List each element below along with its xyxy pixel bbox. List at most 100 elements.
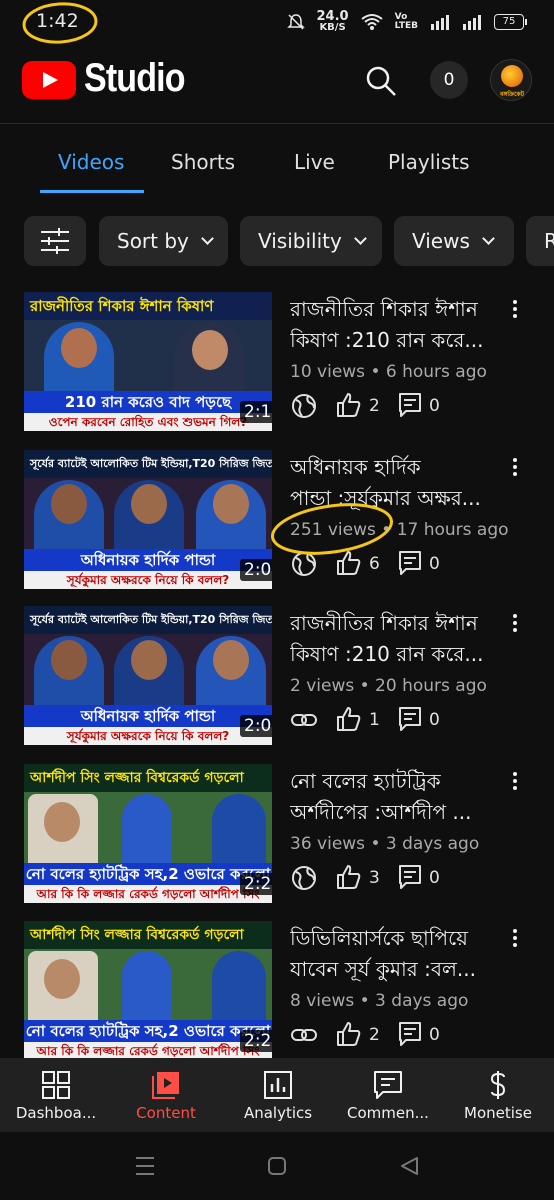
sort-by-dropdown[interactable]: Sort by — [99, 216, 228, 266]
more-options-icon[interactable] — [506, 612, 524, 638]
like-icon — [337, 707, 361, 731]
chevron-down-icon — [201, 231, 214, 245]
nav-content[interactable]: Content — [116, 1058, 216, 1132]
video-duration: 2:04 — [240, 715, 272, 737]
mute-bell-icon — [286, 13, 305, 30]
video-title[interactable]: নো বলের হ্যাটট্রিক অর্শদীপের :আর্শদীপ ... — [290, 766, 502, 828]
video-meta: 2 views • 20 hours ago — [290, 676, 487, 696]
more-options-icon[interactable] — [506, 927, 524, 953]
video-duration: 2:04 — [240, 559, 272, 581]
app-header: Studio 0 বঙ্গক্রিকেট — [0, 52, 554, 112]
video-list-item[interactable]: সূর্যের ব্যাটেই আলোকিত টিম ইন্ডিয়া,T20 … — [0, 606, 554, 758]
more-filter-chip[interactable]: R — [526, 216, 554, 266]
like-count: 2 — [369, 396, 380, 416]
globe-icon — [292, 866, 316, 890]
video-list-item[interactable]: আর্শদীপ সিং লজ্জার বিশ্বরেকর্ড গড়লো নো … — [0, 921, 554, 1073]
more-options-icon[interactable] — [506, 770, 524, 796]
nav-analytics[interactable]: Analytics — [228, 1058, 328, 1132]
studio-brand: Studio — [84, 56, 186, 100]
signal-icon-2 — [463, 14, 481, 30]
status-time: 1:42 — [36, 10, 79, 32]
video-title[interactable]: ডিভিলিয়ার্সকে ছাপিয়ে যাবেন সূর্য কুমার … — [290, 923, 502, 985]
battery-indicator: 75 — [494, 13, 527, 30]
comment-count: 0 — [429, 396, 440, 416]
like-count: 3 — [369, 868, 380, 888]
nav-dashboard[interactable]: Dashboa... — [6, 1058, 106, 1132]
back-icon[interactable] — [398, 1154, 420, 1178]
comment-count: 0 — [429, 710, 440, 730]
video-stats: 2 0 — [290, 1021, 490, 1051]
video-duration: 2:15 — [240, 401, 272, 423]
network-speed: 24.0 KB/S — [316, 9, 349, 33]
wifi-icon — [360, 13, 383, 30]
video-title[interactable]: রাজনীতির শিকার ঈশান কিষাণ :210 রান করে... — [290, 294, 502, 356]
video-meta: 10 views • 6 hours ago — [290, 362, 487, 382]
comment-count: 0 — [429, 1025, 440, 1045]
video-title[interactable]: রাজনীতির শিকার ঈশান কিষাণ :210 রান করে... — [290, 608, 502, 670]
video-list-item[interactable]: রাজনীতির শিকার ঈশান কিষাণ 210 রান করেও ব… — [0, 292, 554, 444]
recent-apps-icon[interactable] — [134, 1154, 156, 1178]
system-navigation-bar — [0, 1132, 554, 1200]
like-icon — [337, 1022, 361, 1046]
video-thumbnail[interactable]: সূর্যের ব্যাটেই আলোকিত টিম ইন্ডিয়া,T20 … — [24, 606, 272, 745]
video-stats: 2 0 — [290, 392, 490, 422]
volte-indicator: Vo LTEB — [394, 11, 418, 31]
status-bar: 1:42 24.0 KB/S Vo LTEB 75 — [0, 0, 554, 44]
youtube-logo-icon — [22, 61, 76, 99]
header-divider — [0, 123, 554, 124]
comment-icon — [399, 707, 421, 731]
video-stats: 3 0 — [290, 864, 490, 894]
like-icon — [337, 393, 361, 417]
views-dropdown[interactable]: Views — [394, 216, 514, 266]
filter-bar: Sort by Visibility Views R — [0, 216, 554, 266]
comment-icon — [399, 865, 421, 889]
video-thumbnail[interactable]: আর্শদীপ সিং লজ্জার বিশ্বরেকর্ড গড়লো নো … — [24, 921, 272, 1060]
chevron-down-icon — [482, 231, 495, 245]
status-icons: 24.0 KB/S Vo LTEB 75 — [286, 9, 527, 33]
nav-monetise[interactable]: Monetise — [448, 1058, 548, 1132]
video-meta: 36 views • 3 days ago — [290, 834, 480, 854]
tab-shorts[interactable]: Shorts — [171, 150, 235, 174]
video-thumbnail[interactable]: আর্শদীপ সিং লজ্জার বিশ্বরেকর্ড গড়লো নো … — [24, 764, 272, 903]
video-duration: 2:22 — [240, 873, 272, 895]
video-thumbnail[interactable]: সূর্যের ব্যাটেই আলোকিত টিম ইন্ডিয়া,T20 … — [24, 450, 272, 589]
more-options-icon[interactable] — [506, 298, 524, 324]
video-stats: 1 0 — [290, 706, 490, 736]
globe-icon — [292, 394, 316, 418]
active-tab-indicator — [40, 190, 144, 193]
avatar[interactable]: বঙ্গক্রিকেট — [490, 59, 532, 101]
analytics-icon — [264, 1071, 292, 1099]
link-icon — [291, 1029, 317, 1041]
nav-comments[interactable]: Commen... — [338, 1058, 438, 1132]
chevron-down-icon — [353, 231, 367, 245]
highlight-circle-annotation — [270, 503, 394, 555]
tab-playlists[interactable]: Playlists — [388, 150, 470, 174]
home-icon[interactable] — [266, 1154, 288, 1178]
monetise-icon — [490, 1071, 506, 1099]
comments-icon — [374, 1071, 402, 1099]
cricket-ball-icon — [501, 65, 523, 87]
like-icon — [337, 865, 361, 889]
content-tabs: Videos Shorts Live Playlists — [0, 136, 554, 193]
comment-count: 0 — [429, 554, 440, 574]
like-count: 1 — [369, 710, 380, 730]
comment-count: 0 — [429, 868, 440, 888]
filter-settings-button[interactable] — [24, 216, 86, 266]
more-options-icon[interactable] — [506, 456, 524, 482]
video-duration: 2:22 — [240, 1030, 272, 1052]
comment-icon — [399, 551, 421, 575]
video-list-item[interactable]: আর্শদীপ সিং লজ্জার বিশ্বরেকর্ড গড়লো নো … — [0, 764, 554, 916]
search-icon[interactable] — [364, 64, 398, 98]
link-icon — [291, 714, 317, 726]
content-icon — [152, 1072, 179, 1099]
video-meta: 8 views • 3 days ago — [290, 991, 469, 1011]
notification-button[interactable]: 0 — [430, 61, 468, 99]
tab-videos[interactable]: Videos — [58, 150, 124, 174]
signal-icon — [431, 14, 449, 30]
comment-icon — [399, 1022, 421, 1046]
dashboard-icon — [42, 1071, 70, 1099]
video-thumbnail[interactable]: রাজনীতির শিকার ঈশান কিষাণ 210 রান করেও ব… — [24, 292, 272, 431]
tab-live[interactable]: Live — [294, 150, 335, 174]
visibility-dropdown[interactable]: Visibility — [240, 216, 382, 266]
comment-icon — [399, 393, 421, 417]
